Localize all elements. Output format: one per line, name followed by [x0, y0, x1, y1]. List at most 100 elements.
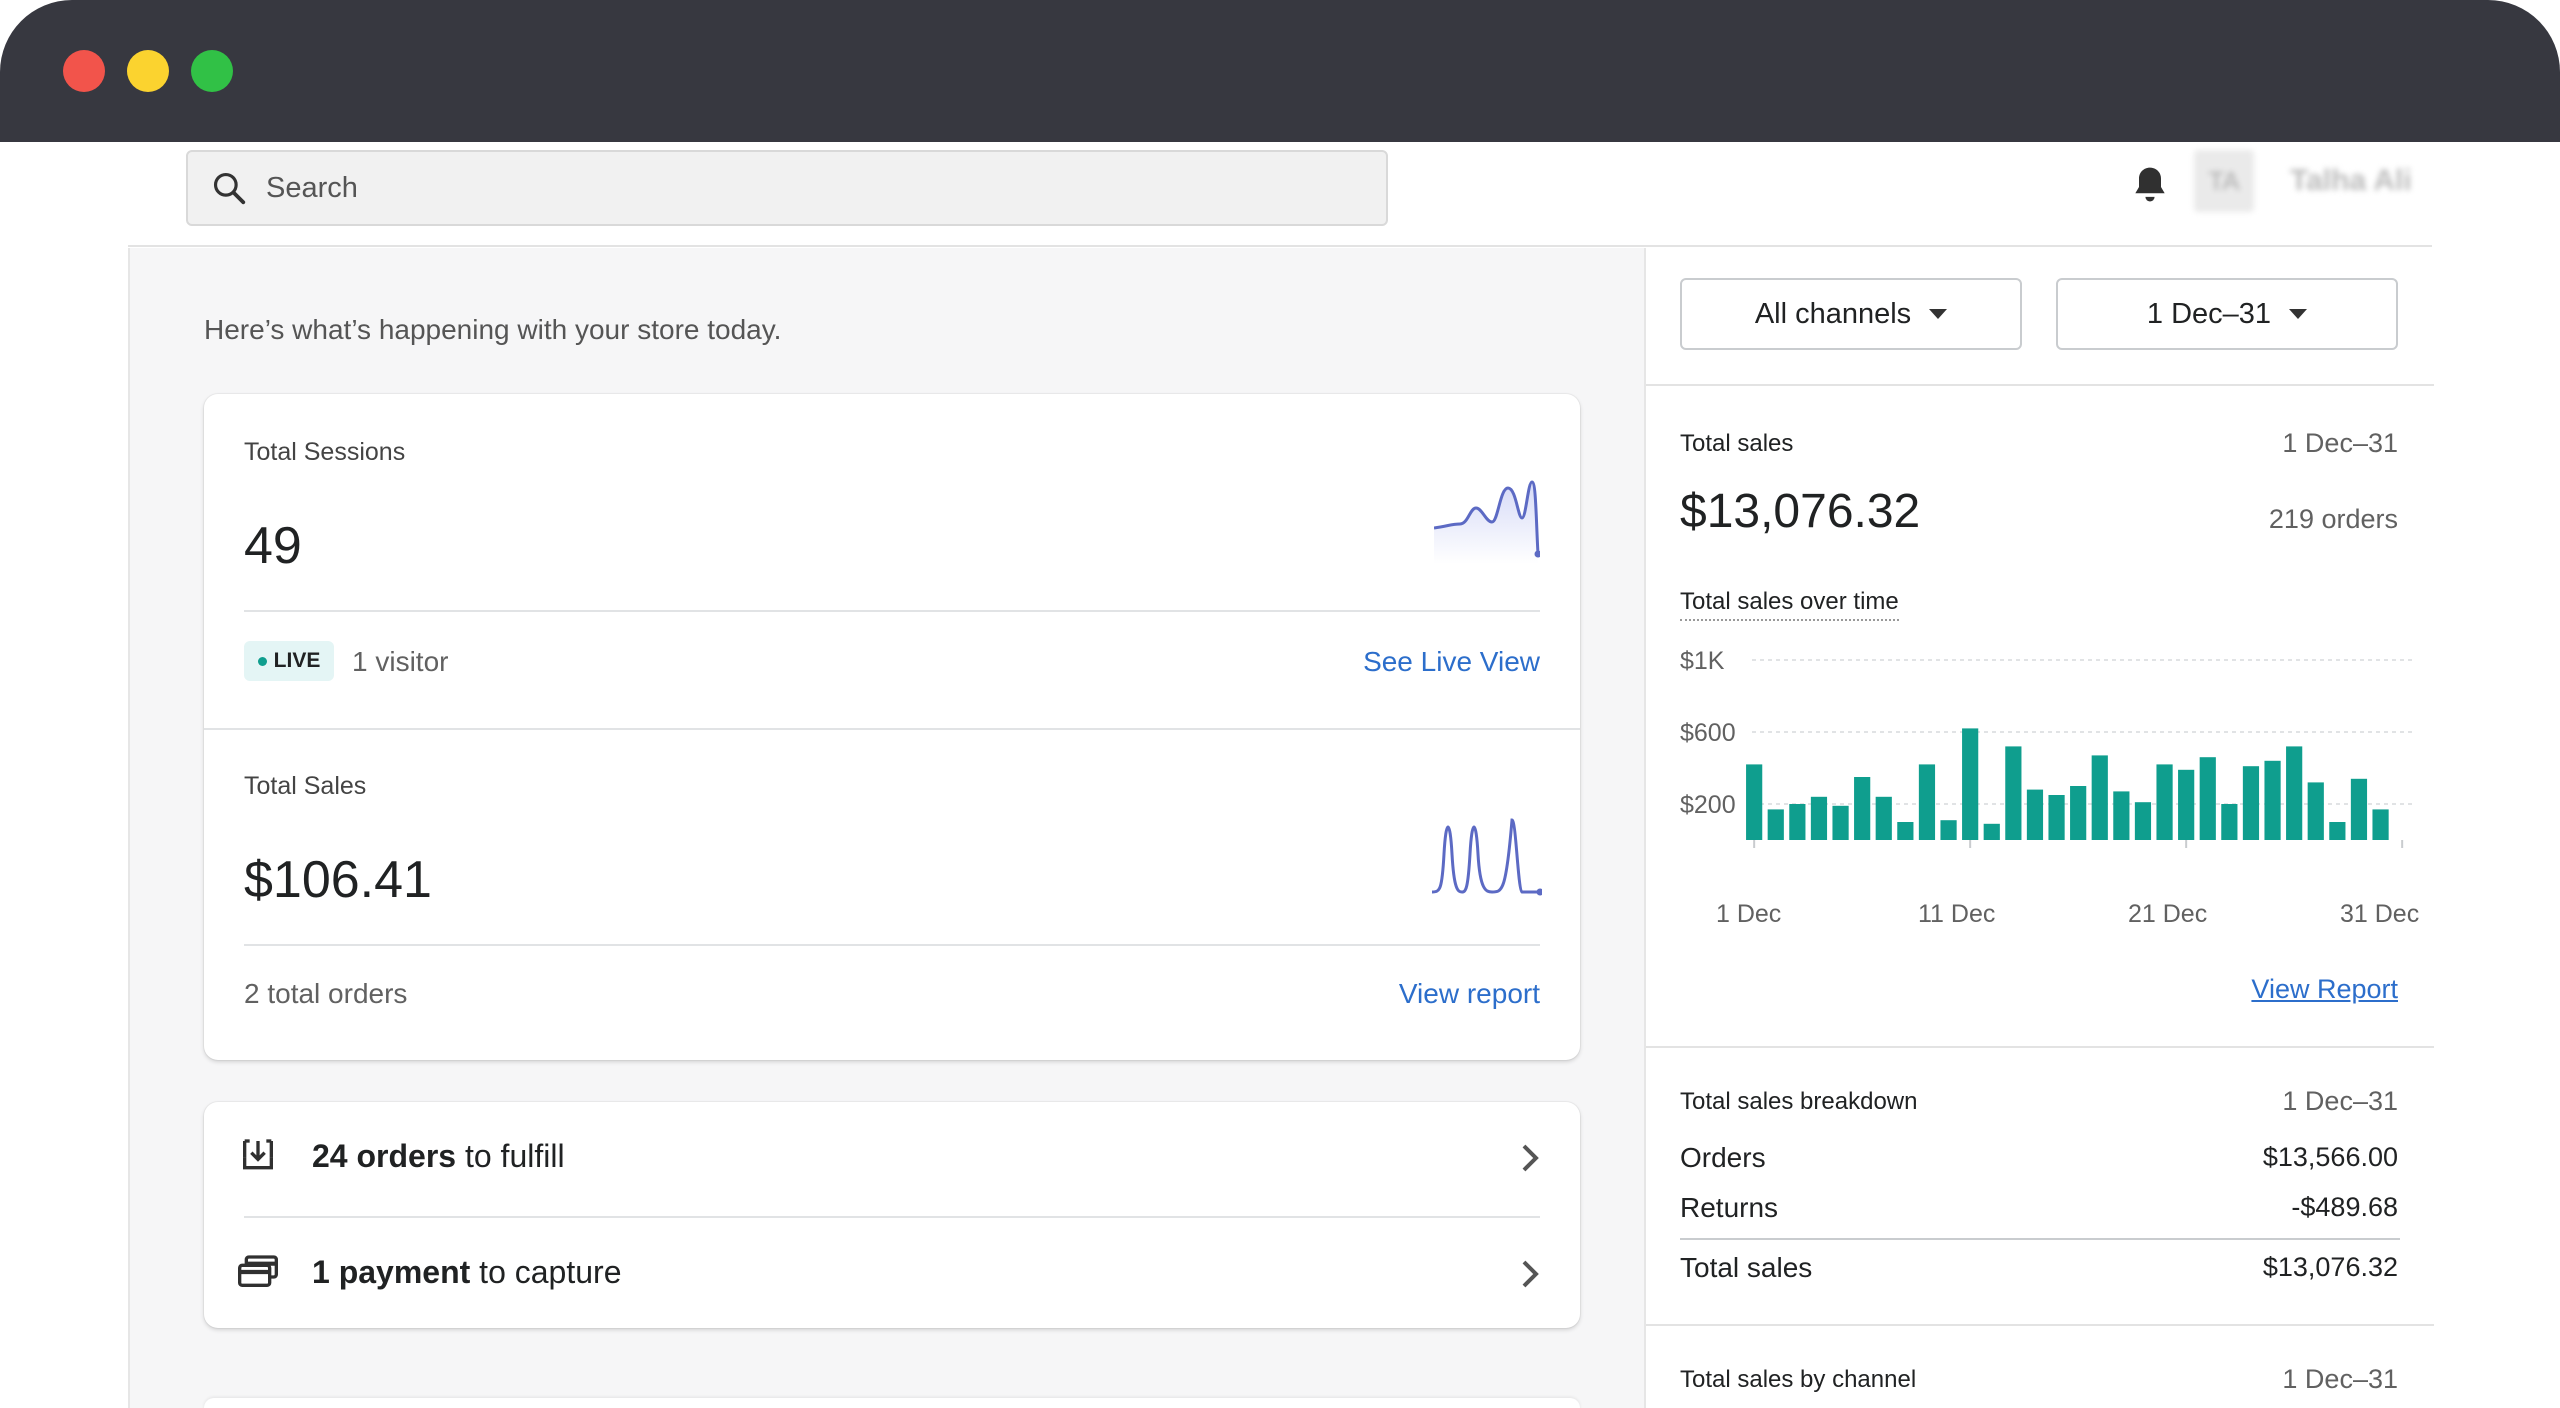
window-titlebar: [0, 0, 2560, 142]
chart-bar[interactable]: [1746, 764, 1763, 840]
chart-bar[interactable]: [1962, 728, 1979, 840]
search-input[interactable]: Search: [186, 150, 1388, 226]
sales-label: Total Sales: [244, 772, 367, 800]
chart-ytick-label: $200: [1680, 791, 1736, 819]
window-minimize-button[interactable]: [127, 50, 169, 92]
view-report-link[interactable]: View report: [1399, 978, 1540, 1010]
sessions-sparkline: [1434, 480, 1540, 564]
chart-bar[interactable]: [1832, 805, 1849, 840]
visitors-count: 1 visitor: [352, 646, 449, 677]
caret-down-icon: [1929, 309, 1948, 319]
search-icon: [213, 172, 246, 205]
sales-bar-chart: $1K $600 $200: [1680, 648, 2414, 848]
search-placeholder: Search: [266, 171, 358, 204]
chart-bar[interactable]: [1940, 820, 1957, 840]
chart-bar[interactable]: [2307, 782, 2324, 840]
chart-bar[interactable]: [2070, 786, 2087, 840]
chart-bar[interactable]: [2264, 760, 2281, 840]
breakdown-orders-value: $13,566.00: [2262, 1142, 2398, 1172]
chart-bar[interactable]: [1983, 823, 2000, 840]
breakdown-returns-label: Returns: [1680, 1192, 1779, 1223]
chart-bar[interactable]: [2199, 757, 2216, 840]
chart-bar[interactable]: [2350, 778, 2368, 840]
avatar[interactable]: TA: [2194, 150, 2254, 212]
chart-xtick-labels: 1 Dec 11 Dec 21 Dec 31 Dec: [1644, 900, 2432, 940]
live-badge-text: LIVE: [273, 649, 321, 672]
chart-bar[interactable]: [2005, 746, 2022, 840]
chart-bar[interactable]: [1810, 796, 1828, 840]
sales-divider: [1646, 1046, 2434, 1048]
sessions-label: Total Sessions: [244, 438, 406, 466]
bell-icon[interactable]: [2128, 162, 2172, 213]
chart-bar[interactable]: [2113, 791, 2130, 840]
chevron-right-icon: [1522, 1144, 1539, 1172]
breakdown-returns-value: -$489.68: [2291, 1192, 2398, 1222]
task-payment-count: 1 payment: [312, 1254, 471, 1290]
chart-bar[interactable]: [1767, 809, 1784, 840]
chart-bar[interactable]: [2178, 769, 2195, 840]
date-filter-label: 1 Dec–31: [2146, 297, 2272, 330]
chart-bar[interactable]: [2134, 802, 2152, 840]
top-bar: Search TA Talha Ali: [128, 142, 2432, 247]
sales-sparkline: [1432, 818, 1542, 896]
channel-filter-dropdown[interactable]: All channels: [1680, 278, 2022, 350]
see-live-view-link[interactable]: See Live View: [1363, 646, 1540, 678]
chart-bar[interactable]: [2221, 804, 2238, 840]
breakdown-total-divider: [1680, 1238, 2400, 1240]
window-close-button[interactable]: [63, 50, 105, 92]
sessions-value: 49: [244, 517, 302, 575]
channel-filter-label: All channels: [1754, 297, 1912, 330]
chart-bar[interactable]: [2242, 766, 2260, 840]
section-divider: [204, 728, 1580, 730]
task-fulfill-rest: to fulfill: [456, 1138, 565, 1174]
page-subtitle: Here’s what’s happening with your store …: [204, 314, 782, 345]
breakdown-orders-label: Orders: [1680, 1142, 1766, 1173]
sales-divider: [244, 944, 1540, 946]
analytics-sidebar: All channels 1 Dec–31 Total sales 1 Dec–…: [1644, 248, 2434, 1408]
chart-bar[interactable]: [2286, 746, 2303, 840]
date-filter-dropdown[interactable]: 1 Dec–31: [2056, 278, 2398, 350]
view-sales-report-link[interactable]: View Report: [2251, 974, 2398, 1005]
caret-down-icon: [2289, 309, 2308, 319]
breakdown-total-label: Total sales: [1680, 1252, 1813, 1283]
live-badge: LIVE: [244, 641, 334, 681]
chart-bar[interactable]: [2156, 764, 2173, 840]
total-sales-value: $13,076.32: [1680, 485, 1921, 538]
task-payment-text: 1 payment to capture: [312, 1254, 621, 1291]
breakdown-divider: [1646, 1324, 2434, 1326]
chart-xtick-label: 31 Dec: [2340, 900, 2420, 928]
task-row-payment[interactable]: 1 payment to capture: [204, 1218, 1580, 1330]
overview-card: Total Sessions 49 LIVE 1 visitor See Liv…: [204, 394, 1580, 1060]
total-orders-count: 219 orders: [2268, 504, 2398, 534]
total-sales-date: 1 Dec–31: [2282, 428, 2398, 458]
next-card-edge: [204, 1398, 1580, 1408]
breakdown-label: Total sales breakdown: [1680, 1088, 1918, 1115]
sessions-divider: [244, 610, 1540, 612]
tasks-card: 24 orders to fulfill 1 payment to captur…: [204, 1102, 1580, 1328]
chart-bar[interactable]: [1897, 822, 1914, 840]
chart-ytick-label: $600: [1680, 719, 1736, 747]
task-payment-rest: to capture: [470, 1254, 622, 1290]
chart-bar[interactable]: [2091, 755, 2108, 840]
chart-bar[interactable]: [1875, 796, 1892, 840]
live-dot-icon: [257, 656, 267, 666]
user-name[interactable]: Talha Ali: [2290, 164, 2412, 198]
chart-ytick-label: $1K: [1680, 648, 1725, 675]
chart-bar[interactable]: [1789, 804, 1806, 840]
task-row-fulfill[interactable]: 24 orders to fulfill: [204, 1102, 1580, 1214]
chart-bar[interactable]: [2329, 822, 2346, 840]
chart-bar[interactable]: [2372, 809, 2389, 840]
payment-card-icon: [238, 1255, 279, 1287]
task-fulfill-text: 24 orders to fulfill: [312, 1138, 565, 1175]
window-maximize-button[interactable]: [191, 50, 233, 92]
chart-bar[interactable]: [1918, 764, 1936, 840]
chart-bar[interactable]: [2048, 795, 2065, 840]
breakdown-date: 1 Dec–31: [2282, 1086, 2398, 1116]
breakdown-total-value: $13,076.32: [2262, 1252, 2398, 1282]
chevron-right-icon: [1522, 1260, 1539, 1288]
chart-xtick-label: 21 Dec: [2128, 900, 2208, 928]
chart-bar[interactable]: [1854, 777, 1871, 840]
inbox-download-icon: [243, 1139, 273, 1170]
chart-bar[interactable]: [2026, 789, 2044, 840]
sales-over-time-title[interactable]: Total sales over time: [1680, 588, 1899, 621]
